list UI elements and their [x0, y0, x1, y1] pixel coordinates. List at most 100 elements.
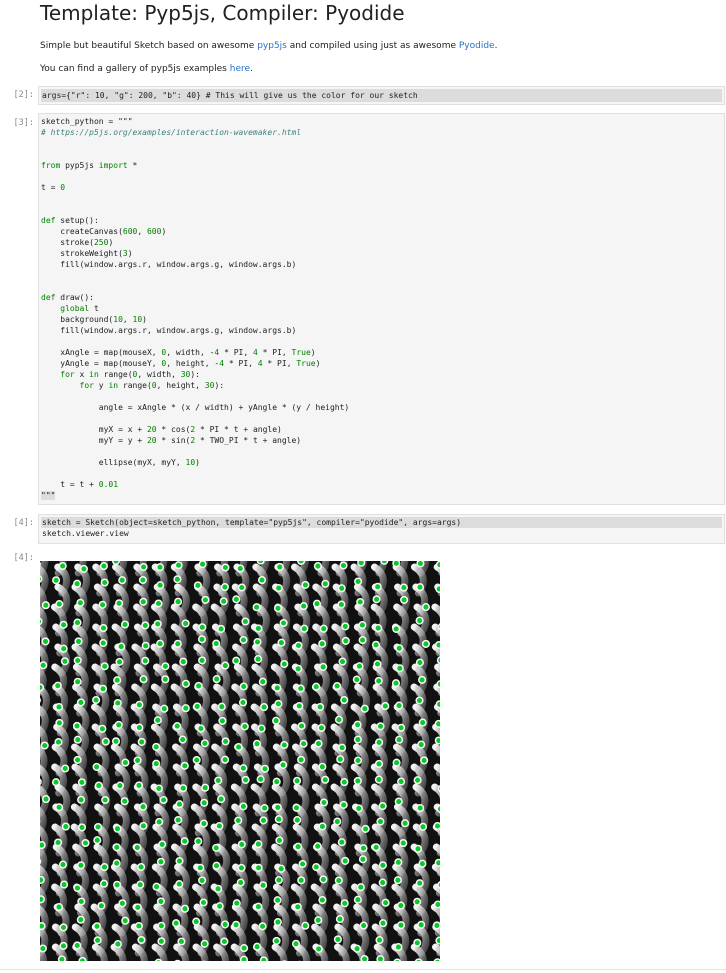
gallery-link[interactable]: here	[230, 64, 250, 74]
code-line[interactable]: def setup():	[41, 215, 722, 226]
sketch-dot	[212, 861, 221, 870]
sketch-dot	[254, 840, 263, 849]
sketch-dot	[238, 698, 248, 707]
code-line[interactable]: fill(window.args.r, window.args.g, windo…	[41, 325, 722, 336]
sketch-dot	[378, 861, 387, 870]
sketch-dot	[40, 778, 42, 786]
sketch-dot	[99, 562, 108, 571]
code-line[interactable]: """	[41, 490, 722, 501]
sketch-dot	[179, 657, 188, 666]
code-line[interactable]: for y in range(0, height, 30):	[41, 380, 722, 391]
sketch-dot	[437, 784, 440, 793]
code-line[interactable]: ellipse(myX, myY, 10)	[41, 457, 722, 468]
code-line[interactable]: ​	[41, 468, 722, 479]
code-line[interactable]: sketch.viewer.view	[41, 528, 722, 539]
sketch-dot	[260, 764, 270, 773]
sketch-canvas[interactable]	[40, 561, 440, 961]
code-line[interactable]: fill(window.args.r, window.args.g, windo…	[41, 259, 722, 270]
code-line[interactable]: def draw():	[41, 292, 722, 303]
sketch-dot	[334, 715, 344, 724]
sketch-dot	[392, 561, 401, 568]
code-line[interactable]: xAngle = map(mouseX, 0, width, -4 * PI, …	[41, 347, 722, 358]
code-line[interactable]: sketch_python = """	[41, 116, 722, 127]
sketch-dot	[159, 795, 168, 805]
code-cell-sketch[interactable]: sketch_python = """ # https://p5js.org/ex…	[38, 113, 725, 505]
code-cell-args[interactable]: args={"r": 10, "g": 200, "b": 40} # This…	[38, 86, 725, 105]
code-line[interactable]: for x in range(0, width, 30):	[41, 369, 722, 380]
code-line[interactable]: yAngle = map(mouseY, 0, height, -4 * PI,…	[41, 358, 722, 369]
sketch-dot	[180, 761, 189, 770]
code-line[interactable]: createCanvas(600, 600)	[41, 226, 722, 237]
sketch-dot	[353, 895, 362, 904]
code-cell-run[interactable]: sketch = Sketch(object=sketch_python, te…	[38, 514, 725, 544]
sketch-dot	[353, 756, 363, 765]
sketch-dot	[73, 735, 82, 744]
code-line[interactable]: global t	[41, 303, 722, 314]
sketch-dot	[100, 863, 109, 872]
sketch-dot	[115, 781, 125, 790]
sketch-dot	[221, 755, 230, 764]
sketch-output[interactable]	[40, 561, 440, 961]
code-line[interactable]: ​	[41, 446, 722, 457]
sketch-dot	[372, 843, 381, 852]
sketch-dot	[120, 797, 129, 806]
sketch-dot	[121, 758, 130, 767]
sketch-dot	[60, 880, 69, 889]
sketch-dot	[316, 702, 325, 712]
sketch-dot	[319, 798, 329, 807]
sketch-dot	[113, 824, 122, 833]
code-block[interactable]: sketch_python = """ # https://p5js.org/ex…	[39, 114, 724, 503]
code-line[interactable]: from pyp5js import *	[41, 160, 722, 171]
sketch-dot	[436, 680, 440, 689]
sketch-dot	[137, 862, 146, 872]
pyp5js-link[interactable]: pyp5js	[257, 41, 287, 51]
code-line[interactable]: stroke(250)	[41, 237, 722, 248]
sketch-dot	[134, 921, 143, 931]
sketch-dot	[415, 658, 424, 667]
code-line[interactable]: ​	[41, 138, 722, 149]
sketch-dot	[333, 681, 342, 691]
code-line[interactable]: # https://p5js.org/examples/interaction-…	[41, 127, 722, 138]
code-line[interactable]: t = 0	[41, 182, 722, 193]
sketch-dot	[113, 698, 122, 708]
code-line[interactable]: ​	[41, 391, 722, 402]
code-line[interactable]: ​	[41, 336, 722, 347]
sketch-dot	[181, 679, 190, 688]
code-line[interactable]: sketch = Sketch(object=sketch_python, te…	[41, 517, 722, 528]
code-line[interactable]: strokeWeight(3)	[41, 248, 722, 259]
code-line[interactable]: myY = y + 20 * sin(2 * TWO_PI * t + angl…	[41, 435, 722, 446]
code-line[interactable]: t = t + 0.01	[41, 479, 722, 490]
code-line[interactable]: background(10, 10)	[41, 314, 722, 325]
code-line[interactable]: ​	[41, 171, 722, 182]
sketch-dot	[436, 804, 440, 813]
sketch-dot	[234, 743, 243, 752]
sketch-dot	[174, 597, 183, 606]
code-line[interactable]: ​	[41, 270, 722, 281]
sketch-dot	[239, 955, 249, 961]
sketch-dot	[434, 640, 440, 650]
sketch-dot	[337, 838, 346, 847]
sketch-dot	[193, 581, 202, 590]
sketch-dot	[256, 561, 265, 565]
sketch-dot	[139, 597, 148, 606]
sketch-dot	[401, 819, 410, 828]
sketch-dot	[40, 858, 42, 865]
code-line[interactable]: args={"r": 10, "g": 200, "b": 40} # This…	[41, 89, 722, 102]
code-line[interactable]: angle = xAngle * (x / width) + yAngle * …	[41, 402, 722, 413]
code-line[interactable]: myX = x + 20 * cos(2 * PI * t + angle)	[41, 424, 722, 435]
code-line[interactable]: ​	[41, 413, 722, 424]
sketch-dot	[93, 836, 102, 845]
sketch-dot	[395, 735, 404, 744]
sketch-dot	[198, 561, 207, 569]
code-line[interactable]: ​	[41, 193, 722, 204]
code-line[interactable]: ​	[41, 204, 722, 215]
sketch-dot	[318, 639, 327, 648]
sketch-dot	[217, 795, 226, 804]
code-line[interactable]: ​	[41, 281, 722, 292]
sketch-dot	[338, 657, 347, 666]
sketch-dot	[353, 776, 362, 785]
sketch-dot	[40, 575, 43, 583]
code-line[interactable]: ​	[41, 149, 722, 160]
sketch-dot	[121, 916, 130, 925]
pyodide-link[interactable]: Pyodide	[459, 41, 495, 51]
